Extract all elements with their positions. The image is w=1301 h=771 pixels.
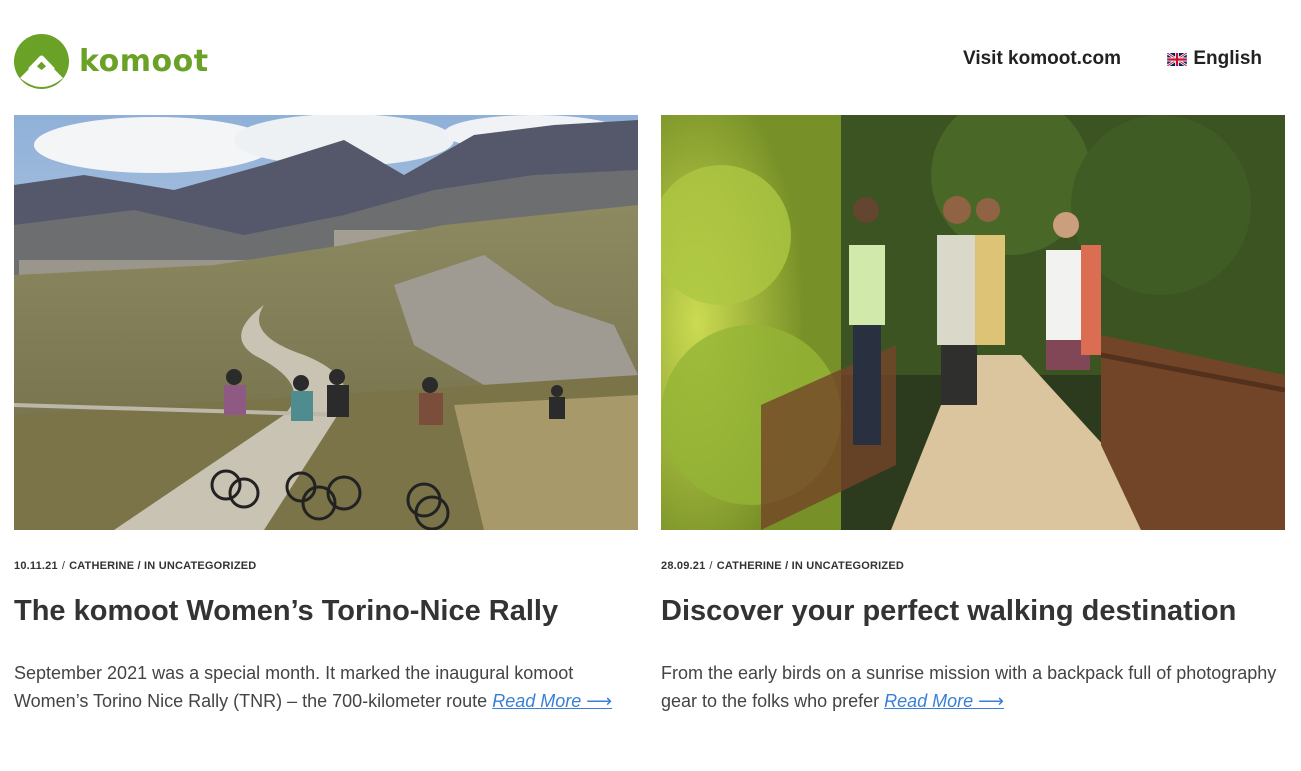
logo-wordmark: komoot: [79, 43, 209, 79]
language-selector[interactable]: English: [1167, 48, 1262, 70]
uk-flag-icon: [1167, 52, 1188, 66]
post-title[interactable]: Discover your perfect walking destinatio…: [661, 594, 1285, 629]
post-excerpt-text: September 2021 was a special month. It m…: [14, 662, 574, 711]
post-title[interactable]: The komoot Women’s Torino-Nice Rally: [14, 594, 638, 629]
post-card: 28.09.21/CATHERINE / IN UNCATEGORIZED Di…: [661, 115, 1285, 715]
post-date: 10.11.21: [14, 560, 58, 572]
post-date: 28.09.21: [661, 560, 706, 572]
post-category[interactable]: UNCATEGORIZED: [806, 560, 904, 572]
site-header: komoot Visit komoot.com English: [0, 0, 1301, 112]
read-more-link[interactable]: Read More ⟶: [884, 691, 1004, 711]
read-more-link[interactable]: Read More ⟶: [492, 691, 612, 711]
post-author[interactable]: CATHERINE: [717, 560, 782, 572]
mountain-cyclists-photo[interactable]: [14, 115, 638, 530]
visit-komoot-link[interactable]: Visit komoot.com: [963, 48, 1121, 70]
forest-hikers-photo[interactable]: [661, 115, 1285, 530]
komoot-logo[interactable]: komoot: [14, 34, 209, 89]
post-author[interactable]: CATHERINE: [69, 560, 134, 572]
post-card: 10.11.21/CATHERINE / IN UNCATEGORIZED Th…: [14, 115, 638, 715]
language-label: English: [1193, 48, 1262, 69]
komoot-logo-icon: [14, 34, 69, 89]
post-category[interactable]: UNCATEGORIZED: [159, 560, 257, 572]
post-meta: 10.11.21/CATHERINE / IN UNCATEGORIZED: [14, 560, 257, 572]
post-category-prefix: / IN: [137, 560, 156, 572]
post-excerpt: From the early birds on a sunrise missio…: [661, 659, 1285, 715]
post-excerpt: September 2021 was a special month. It m…: [14, 659, 638, 715]
post-category-prefix: / IN: [785, 560, 804, 572]
post-meta: 28.09.21/CATHERINE / IN UNCATEGORIZED: [661, 560, 905, 572]
